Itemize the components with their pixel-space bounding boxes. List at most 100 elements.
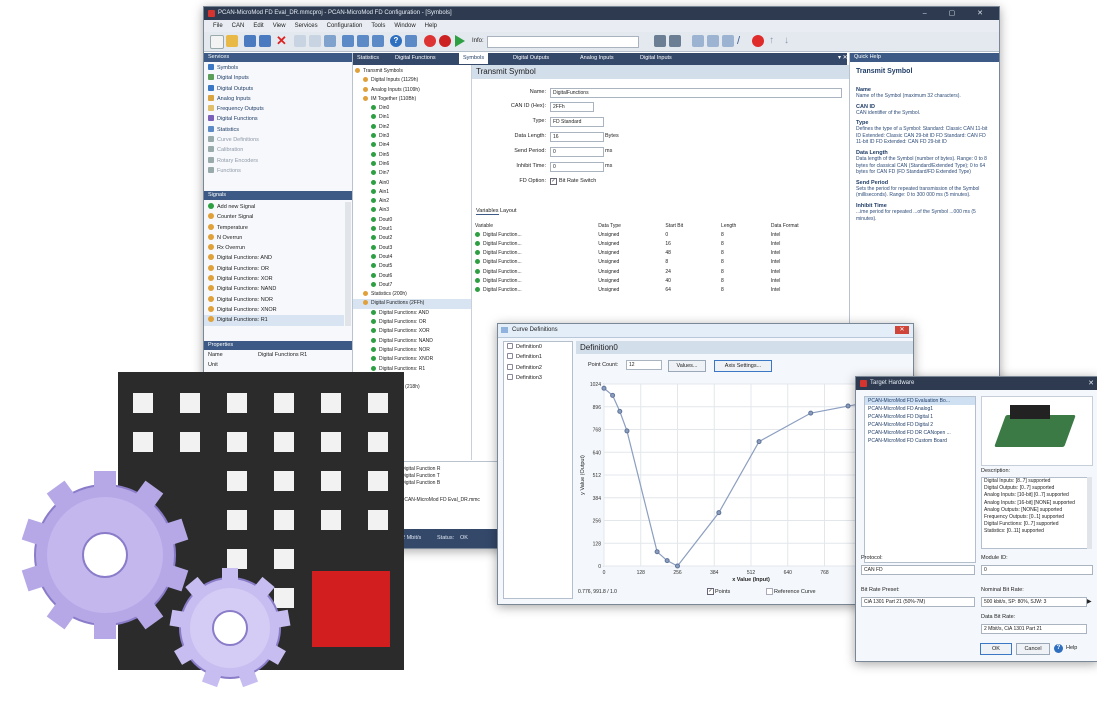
curve-definition-item[interactable]: Definition3	[504, 373, 572, 383]
tree-item[interactable]: Digital Functions: XOR	[353, 327, 471, 336]
service-item[interactable]: Curve Definitions	[204, 135, 352, 145]
tree-item[interactable]: Din6	[353, 160, 471, 169]
arrow-icon[interactable]	[692, 35, 704, 47]
inhibit-input[interactable]: 0	[550, 162, 604, 172]
signal-item[interactable]: Digital Functions: NOR	[204, 295, 344, 305]
curve-definition-item[interactable]: Definition2	[504, 363, 572, 373]
hardware-item[interactable]: PCAN-MicroMod FD Digital 2	[865, 421, 975, 429]
menu-item[interactable]: Tools	[371, 23, 385, 29]
tree-item[interactable]: Dout5	[353, 262, 471, 271]
help-button-label[interactable]: Help	[1066, 645, 1077, 651]
property-value[interactable]: Digital Functions R1	[258, 352, 307, 358]
copy-icon[interactable]	[294, 35, 306, 47]
menu-item[interactable]: Configuration	[327, 23, 363, 29]
tree-item[interactable]: Dout4	[353, 253, 471, 262]
tree-item[interactable]: Din5	[353, 151, 471, 160]
tree-item[interactable]: Dout0	[353, 216, 471, 225]
curve-window-close-icon[interactable]: ✕	[895, 326, 909, 334]
data-point[interactable]	[664, 558, 670, 564]
info-field[interactable]	[487, 36, 639, 48]
menu-item[interactable]: CAN	[232, 23, 245, 29]
table-row[interactable]: Digital Function... Unsigned 64 8 Intel	[472, 285, 847, 294]
nominal-bitrate-select[interactable]: 500 kbit/s, SP: 80%, SJW: 3	[981, 597, 1087, 607]
document-tab[interactable]: Digital Functions	[391, 53, 440, 64]
service-item[interactable]: Frequency Outputs	[204, 104, 352, 114]
document-tab[interactable]: Digital Outputs	[509, 53, 553, 64]
record-icon[interactable]	[424, 35, 436, 47]
open-folder-icon[interactable]	[226, 35, 238, 47]
tree-item[interactable]: Analog Inputs (1109h)	[353, 86, 471, 95]
ok-button[interactable]: OK	[980, 643, 1012, 655]
tree-item[interactable]: Dout2	[353, 234, 471, 243]
type-select[interactable]: FD Standard	[550, 117, 604, 127]
signal-item[interactable]: Digital Functions: NAND	[204, 284, 344, 294]
hardware-item[interactable]: PCAN-MicroMod FD Analog1	[865, 405, 975, 413]
target-window-close-icon[interactable]: ✕	[1088, 377, 1094, 390]
window-controls[interactable]: – ▢ ✕	[923, 7, 993, 20]
signal-item[interactable]: Rx Overrun	[204, 243, 344, 253]
message-icon[interactable]	[722, 35, 734, 47]
cancel-button[interactable]: Cancel	[1016, 643, 1050, 655]
column-header[interactable]: Start Bit	[662, 221, 718, 230]
data-point[interactable]	[756, 439, 762, 445]
tree-item[interactable]: Din0	[353, 104, 471, 113]
data-point[interactable]	[624, 428, 630, 434]
stop-icon[interactable]	[439, 35, 451, 47]
up-arrow-icon[interactable]: ↑	[769, 35, 781, 47]
block-icon[interactable]	[752, 35, 764, 47]
curve-definition-item[interactable]: Definition1	[504, 352, 572, 362]
tree-item[interactable]: Dout6	[353, 272, 471, 281]
signal-item[interactable]: Digital Functions: XOR	[204, 274, 344, 284]
tree-item[interactable]: Dout3	[353, 244, 471, 253]
signal-item[interactable]: Counter Signal	[204, 212, 344, 222]
point-count-select[interactable]: 12	[626, 360, 662, 370]
window-tile-icon[interactable]	[357, 35, 369, 47]
tree-item[interactable]: Ain3	[353, 206, 471, 215]
menu-item[interactable]: File	[213, 23, 223, 29]
column-header[interactable]: Data Format	[768, 221, 847, 230]
signal-item[interactable]: Temperature	[204, 223, 344, 233]
table-row[interactable]: Digital Function... Unsigned 48 8 Intel	[472, 249, 847, 258]
nominal-expand-icon[interactable]: ▶	[1087, 598, 1092, 605]
grid-icon[interactable]	[654, 35, 666, 47]
table-row[interactable]: Digital Function... Unsigned 16 8 Intel	[472, 239, 847, 248]
data-point[interactable]	[654, 549, 660, 555]
help-icon[interactable]: ?	[390, 35, 402, 47]
tools-icon[interactable]	[707, 35, 719, 47]
service-item[interactable]: Digital Outputs	[204, 84, 352, 94]
signal-item[interactable]: Add new Signal	[204, 202, 344, 212]
tree-item[interactable]: Digital Functions: AND	[353, 309, 471, 318]
signals-scrollbar[interactable]	[345, 202, 351, 326]
document-tab[interactable]: Symbols	[459, 53, 489, 64]
document-tab[interactable]: Statistics	[353, 53, 383, 64]
tree-item[interactable]: Din1	[353, 113, 471, 122]
menu-item[interactable]: Services	[295, 23, 318, 29]
tree-item[interactable]: Digital Functions: NOR	[353, 346, 471, 355]
tree-item[interactable]: Digital Functions (2FFh)	[353, 299, 471, 309]
tree-item[interactable]: Digital Functions: XNOR	[353, 355, 471, 364]
values-button[interactable]: Values...	[668, 360, 706, 372]
service-item[interactable]: Digital Functions	[204, 114, 352, 124]
hardware-item[interactable]: PCAN-MicroMod FD Evaluation Bo...	[865, 397, 975, 405]
tree-item[interactable]: Ain2	[353, 197, 471, 206]
menu-item[interactable]: Edit	[253, 23, 263, 29]
table-row[interactable]: Digital Function... Unsigned 0 8 Intel	[472, 230, 847, 239]
signal-item[interactable]: Digital Functions: AND	[204, 253, 344, 263]
tree-item[interactable]: Dout1	[353, 225, 471, 234]
data-bitrate-select[interactable]: 2 Mbit/s, CiA 1301 Part 21	[981, 624, 1087, 634]
document-tab[interactable]: Digital Inputs	[636, 53, 676, 64]
tree-item[interactable]: IM Together (110Bh)	[353, 95, 471, 104]
signal-item[interactable]: Digital Functions: R1	[204, 315, 344, 326]
chart-icon[interactable]	[669, 35, 681, 47]
signal-item[interactable]: Digital Functions: OR	[204, 264, 344, 274]
bitrate-preset-select[interactable]: CiA 1301 Part 21 (50%-7M)	[861, 597, 975, 607]
fd-option-checkbox[interactable]: ✓	[550, 178, 557, 185]
table-row[interactable]: Digital Function... Unsigned 40 8 Intel	[472, 276, 847, 285]
menu-item[interactable]: Window	[394, 23, 415, 29]
play-icon[interactable]	[455, 35, 465, 47]
tree-item[interactable]: Din3	[353, 132, 471, 141]
save-all-icon[interactable]	[259, 35, 271, 47]
tree-item[interactable]: Dout7	[353, 281, 471, 290]
data-point[interactable]	[675, 563, 680, 569]
checkbox-icon[interactable]	[507, 343, 513, 349]
